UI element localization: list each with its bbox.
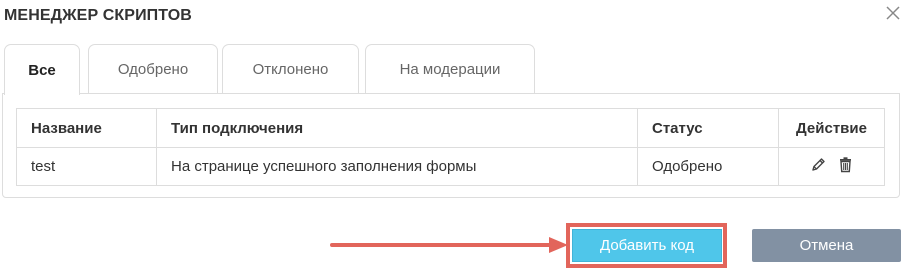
- cell-type: На странице успешного заполнения формы: [156, 147, 638, 186]
- tab-bar: Все Одобрено Отклонено На модерации: [0, 44, 902, 95]
- cell-status: Одобрено: [637, 147, 779, 186]
- edit-pencil-icon[interactable]: [810, 156, 827, 173]
- table-header-row: Название Тип подключения Статус Действие: [16, 108, 885, 148]
- close-icon[interactable]: [885, 5, 901, 21]
- cancel-button[interactable]: Отмена: [752, 229, 901, 262]
- annotation-arrow-icon: [330, 237, 568, 253]
- cell-name: test: [16, 147, 157, 186]
- table-row: test На странице успешного заполнения фо…: [16, 147, 885, 186]
- scripts-table: Название Тип подключения Статус Действие…: [16, 108, 885, 186]
- column-header-name: Название: [16, 108, 157, 148]
- tab-approved[interactable]: Одобрено: [88, 44, 218, 94]
- tab-moderation[interactable]: На модерации: [365, 44, 535, 94]
- tab-all[interactable]: Все: [4, 44, 80, 95]
- add-code-button[interactable]: Добавить код: [572, 229, 722, 262]
- column-header-status: Статус: [637, 108, 779, 148]
- cell-actions: [778, 147, 885, 186]
- tab-rejected[interactable]: Отклонено: [222, 44, 359, 94]
- delete-trash-icon[interactable]: [837, 156, 854, 173]
- column-header-action: Действие: [778, 108, 885, 148]
- tab-panel: Название Тип подключения Статус Действие…: [2, 93, 900, 198]
- column-header-type: Тип подключения: [156, 108, 638, 148]
- dialog-title: МЕНЕДЖЕР СКРИПТОВ: [4, 7, 192, 24]
